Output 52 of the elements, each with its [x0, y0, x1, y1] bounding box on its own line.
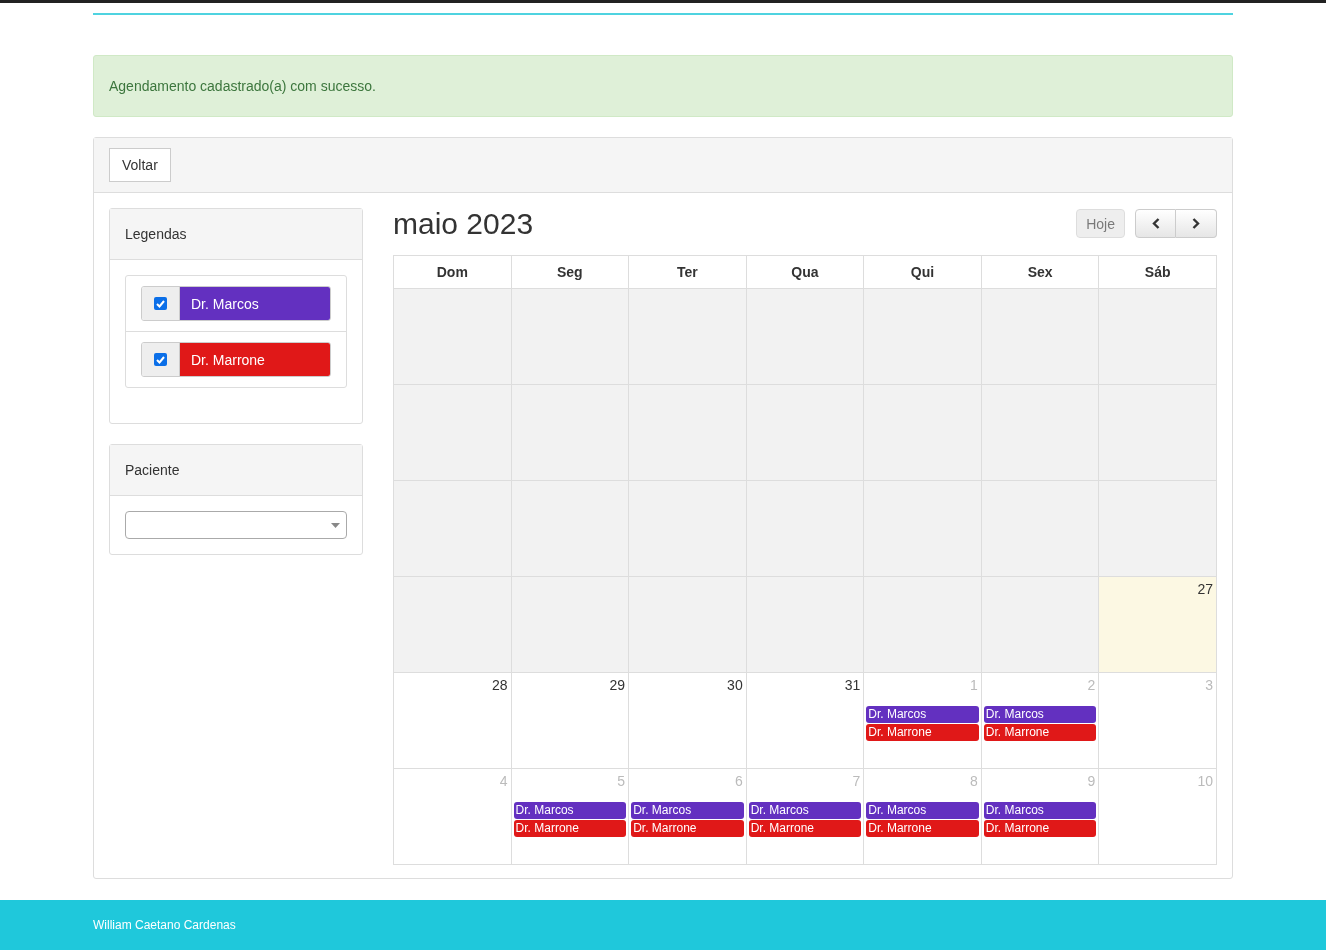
day-number: 10	[1197, 773, 1213, 789]
day-number: 2	[1087, 677, 1096, 693]
day-number: 5	[617, 773, 626, 789]
calendar-event[interactable]: Dr. Marrone	[631, 820, 744, 837]
day-number: 7	[852, 773, 861, 789]
calendar-event[interactable]: Dr. Marcos	[983, 802, 1097, 819]
calendar-event[interactable]: Dr. Marrone	[983, 820, 1097, 837]
month-title: maio 2023	[393, 206, 534, 241]
day-number: 3	[1205, 677, 1213, 693]
day-number: 4	[499, 773, 508, 789]
weekday-header: Qua	[746, 255, 864, 289]
next-button[interactable]	[1176, 209, 1217, 238]
calendar-event[interactable]: Dr. Marcos	[513, 802, 627, 819]
day-number: 27	[1197, 581, 1213, 597]
day-number: 29	[609, 677, 626, 693]
calendar-event[interactable]: Dr. Marrone	[748, 820, 862, 837]
previous-button[interactable]	[1135, 209, 1176, 238]
weekday-header: Sex	[981, 255, 1099, 289]
day-number: 1	[970, 677, 978, 693]
calendar-event[interactable]: Dr. Marcos	[866, 802, 979, 819]
weekday-header: Seg	[511, 255, 629, 289]
day-number: 9	[1087, 773, 1096, 789]
weekday-header: Ter	[628, 255, 747, 289]
legend-checkbox[interactable]	[154, 297, 167, 310]
dropdown-caret-icon	[331, 522, 340, 528]
calendar-event[interactable]: Dr. Marrone	[513, 820, 627, 837]
legend-label: Dr. Marcos	[180, 287, 330, 320]
day-number: 30	[727, 677, 743, 693]
weekday-header: Qui	[863, 255, 982, 289]
footer-text: William Caetano Cardenas	[93, 918, 236, 932]
day-number: 6	[734, 773, 743, 789]
weekday-header: Dom	[393, 255, 512, 289]
weekday-header: Sáb	[1098, 255, 1217, 289]
chevron-right-icon	[1192, 218, 1200, 229]
panel-title: Paciente	[125, 462, 180, 478]
day-number: 31	[844, 677, 861, 693]
calendar-event[interactable]: Dr. Marrone	[866, 820, 979, 837]
legend-checkbox[interactable]	[154, 353, 167, 366]
legend-label: Dr. Marrone	[180, 343, 330, 376]
back-button[interactable]: Voltar	[109, 148, 171, 182]
day-number: 28	[492, 677, 508, 693]
calendar-event[interactable]: Dr. Marrone	[983, 724, 1097, 741]
patient-select[interactable]	[125, 511, 347, 539]
calendar-event[interactable]: Dr. Marcos	[983, 706, 1097, 723]
chevron-left-icon	[1151, 218, 1160, 229]
calendar-event[interactable]: Dr. Marcos	[866, 706, 979, 723]
calendar-event[interactable]: Dr. Marcos	[631, 802, 744, 819]
day-number: 8	[970, 773, 978, 789]
alert-message: Agendamento cadastrado(a) com sucesso.	[109, 78, 376, 94]
calendar-event[interactable]: Dr. Marcos	[748, 802, 862, 819]
panel-title: Legendas	[125, 226, 187, 242]
calendar-event[interactable]: Dr. Marrone	[866, 724, 979, 741]
